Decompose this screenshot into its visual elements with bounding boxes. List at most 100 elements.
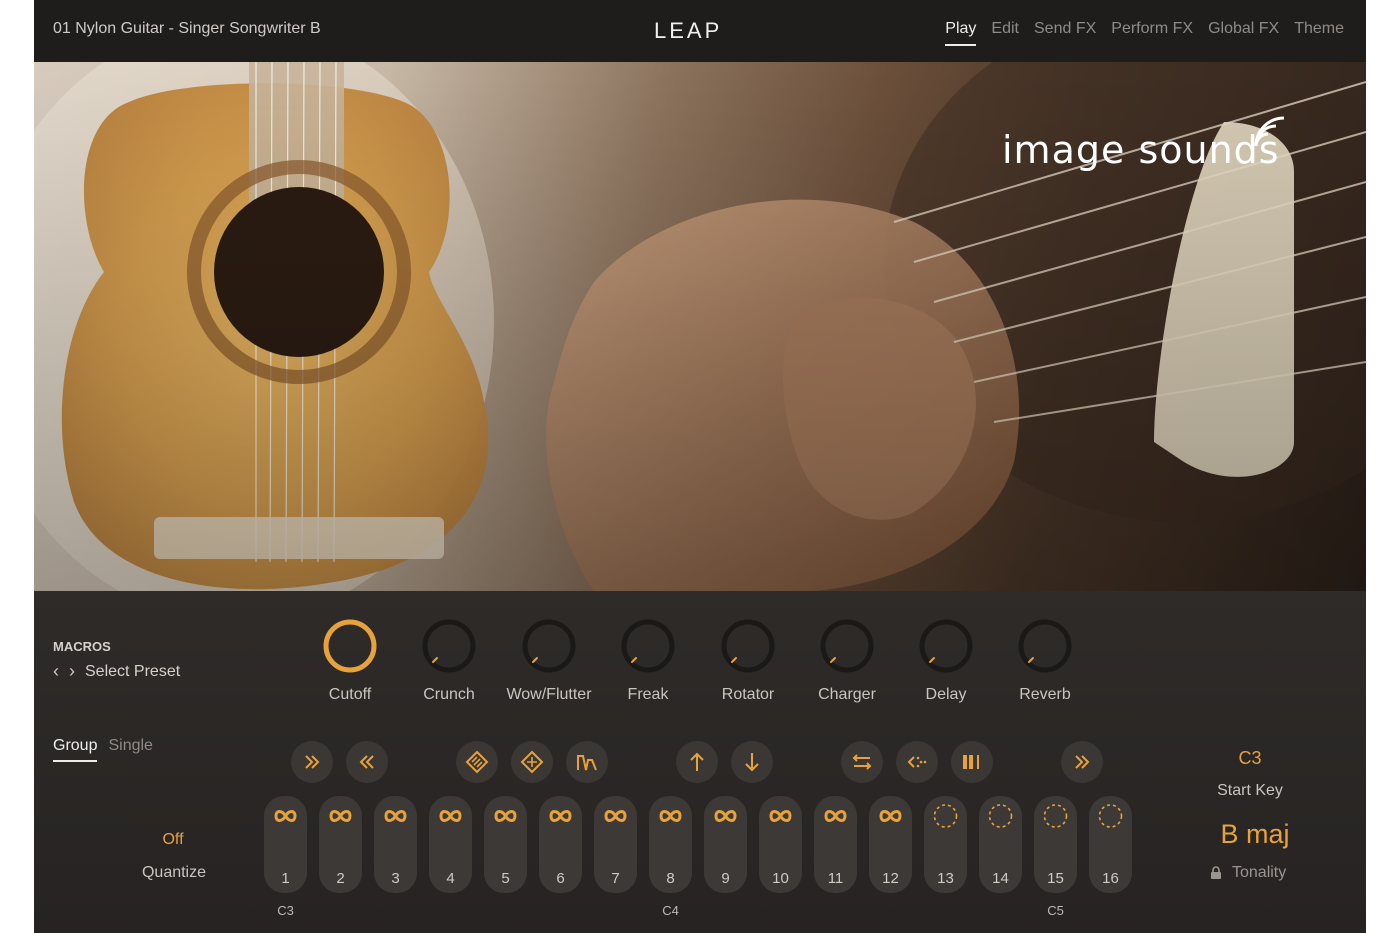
knob-dial-icon[interactable]	[818, 617, 876, 675]
modifier-button-scatter[interactable]	[896, 741, 938, 783]
knob-label: Wow/Flutter	[506, 686, 592, 703]
macro-knob-cutoff[interactable]: Cutoff	[305, 617, 395, 704]
knob-dial-icon[interactable]	[420, 617, 478, 675]
tonality-value[interactable]: B maj	[1200, 819, 1310, 850]
knob-dial-icon[interactable]	[520, 617, 578, 675]
one-shot-icon	[988, 804, 1013, 828]
loop-icon	[439, 810, 462, 822]
quantize-value[interactable]: Off	[141, 831, 205, 849]
pad-13[interactable]: 13	[924, 796, 967, 893]
tab-global-fx[interactable]: Global FX	[1208, 20, 1279, 46]
tab-single[interactable]: Single	[108, 737, 152, 762]
pad-4[interactable]: 4	[429, 796, 472, 893]
pad-number: 12	[882, 870, 899, 887]
tab-group[interactable]: Group	[53, 737, 98, 762]
slice-icon	[963, 755, 979, 769]
quantize-label: Quantize	[141, 864, 207, 881]
tab-theme[interactable]: Theme	[1294, 20, 1344, 46]
knob-label: Crunch	[423, 686, 475, 703]
hero-artwork: image sounds	[34, 62, 1366, 591]
pad-11[interactable]: 11	[814, 796, 857, 893]
pad-3[interactable]: 3	[374, 796, 417, 893]
pad-7[interactable]: 7	[594, 796, 637, 893]
knob-dial-icon[interactable]	[619, 617, 677, 675]
knob-label: Cutoff	[328, 686, 372, 703]
macro-knob-delay[interactable]: Delay	[901, 617, 991, 704]
pad-number: 16	[1102, 870, 1119, 887]
modifier-button-fast-forward[interactable]	[1061, 741, 1103, 783]
pad-number: 8	[666, 870, 675, 887]
pad-12[interactable]: 12	[869, 796, 912, 893]
reverse-icon	[852, 754, 872, 770]
tab-play[interactable]: Play	[945, 20, 977, 46]
modifier-button-stutter-b[interactable]	[511, 741, 553, 783]
modifier-button-fast-forward[interactable]	[291, 741, 333, 783]
pad-8[interactable]: 8	[649, 796, 692, 893]
macros-title: MACROS	[53, 639, 111, 654]
preset-name[interactable]: 01 Nylon Guitar - Singer Songwriter B	[53, 20, 321, 38]
modifier-button-pitch-up[interactable]	[676, 741, 718, 783]
knob-dial-icon[interactable]	[1016, 617, 1074, 675]
loop-icon	[329, 810, 352, 822]
modifier-button-pitch-down[interactable]	[731, 741, 773, 783]
pad-6[interactable]: 6	[539, 796, 582, 893]
leap-instrument-window: 01 Nylon Guitar - Singer Songwriter B LE…	[34, 0, 1366, 933]
tonality-label: Tonality	[1232, 864, 1287, 881]
pad-5[interactable]: 5	[484, 796, 527, 893]
pad-number: 6	[556, 870, 565, 887]
note-label-c5: C5	[1047, 903, 1064, 918]
macro-knob-reverb[interactable]: Reverb	[1000, 617, 1090, 704]
loop-icon	[824, 810, 847, 822]
macro-knob-rotator[interactable]: Rotator	[703, 617, 793, 704]
macro-knob-freak[interactable]: Freak	[603, 617, 693, 704]
macro-knob-crunch[interactable]: Crunch	[404, 617, 494, 704]
envelope-icon	[577, 755, 597, 771]
pad-number: 13	[937, 870, 954, 887]
select-preset[interactable]: ‹ › Select Preset	[53, 661, 180, 682]
knob-dial-icon[interactable]	[719, 617, 777, 675]
pad-2[interactable]: 2	[319, 796, 362, 893]
loop-icon	[769, 810, 792, 822]
note-label-c3: C3	[277, 903, 294, 918]
pad-14[interactable]: 14	[979, 796, 1022, 893]
chevron-left-icon[interactable]: ‹	[53, 661, 59, 682]
knob-label: Reverb	[1019, 686, 1071, 703]
macro-knob-charger[interactable]: Charger	[802, 617, 892, 704]
one-shot-icon	[933, 804, 958, 828]
mode-tabs: Group Single	[53, 737, 153, 762]
modifier-button-envelope[interactable]	[566, 741, 608, 783]
modifier-button-stutter-a[interactable]	[456, 741, 498, 783]
pad-10[interactable]: 10	[759, 796, 802, 893]
fast-forward-icon	[1075, 755, 1090, 769]
select-preset-label[interactable]: Select Preset	[85, 663, 180, 681]
modifier-button-slice[interactable]	[951, 741, 993, 783]
modifier-button-reverse[interactable]	[841, 741, 883, 783]
modifier-button-rewind[interactable]	[346, 741, 388, 783]
tab-perform-fx[interactable]: Perform FX	[1111, 20, 1193, 46]
image-sounds-logo: image sounds	[1002, 128, 1280, 172]
lock-icon[interactable]	[1210, 866, 1222, 880]
knob-label: Rotator	[721, 686, 775, 703]
knob-label: Charger	[818, 686, 876, 703]
pad-9[interactable]: 9	[704, 796, 747, 893]
loop-icon	[274, 810, 297, 822]
pad-number: 3	[391, 870, 400, 887]
start-key-value[interactable]: C3	[1210, 748, 1290, 769]
pad-1[interactable]: 1	[264, 796, 307, 893]
knob-dial-icon[interactable]	[321, 617, 379, 675]
pad-number: 10	[772, 870, 789, 887]
tab-send-fx[interactable]: Send FX	[1034, 20, 1096, 46]
loop-icon	[604, 810, 627, 822]
start-key-label: Start Key	[1217, 782, 1283, 799]
macro-knob-wow-flutter[interactable]: Wow/Flutter	[504, 617, 594, 704]
one-shot-icon	[1043, 804, 1068, 828]
pad-15[interactable]: 15	[1034, 796, 1077, 893]
loop-icon	[384, 810, 407, 822]
pitch-up-icon	[690, 752, 704, 771]
fast-forward-icon	[305, 755, 320, 769]
pad-16[interactable]: 16	[1089, 796, 1132, 893]
pad-number: 2	[336, 870, 345, 887]
tab-edit[interactable]: Edit	[991, 20, 1019, 46]
chevron-right-icon[interactable]: ›	[69, 661, 75, 682]
knob-dial-icon[interactable]	[917, 617, 975, 675]
